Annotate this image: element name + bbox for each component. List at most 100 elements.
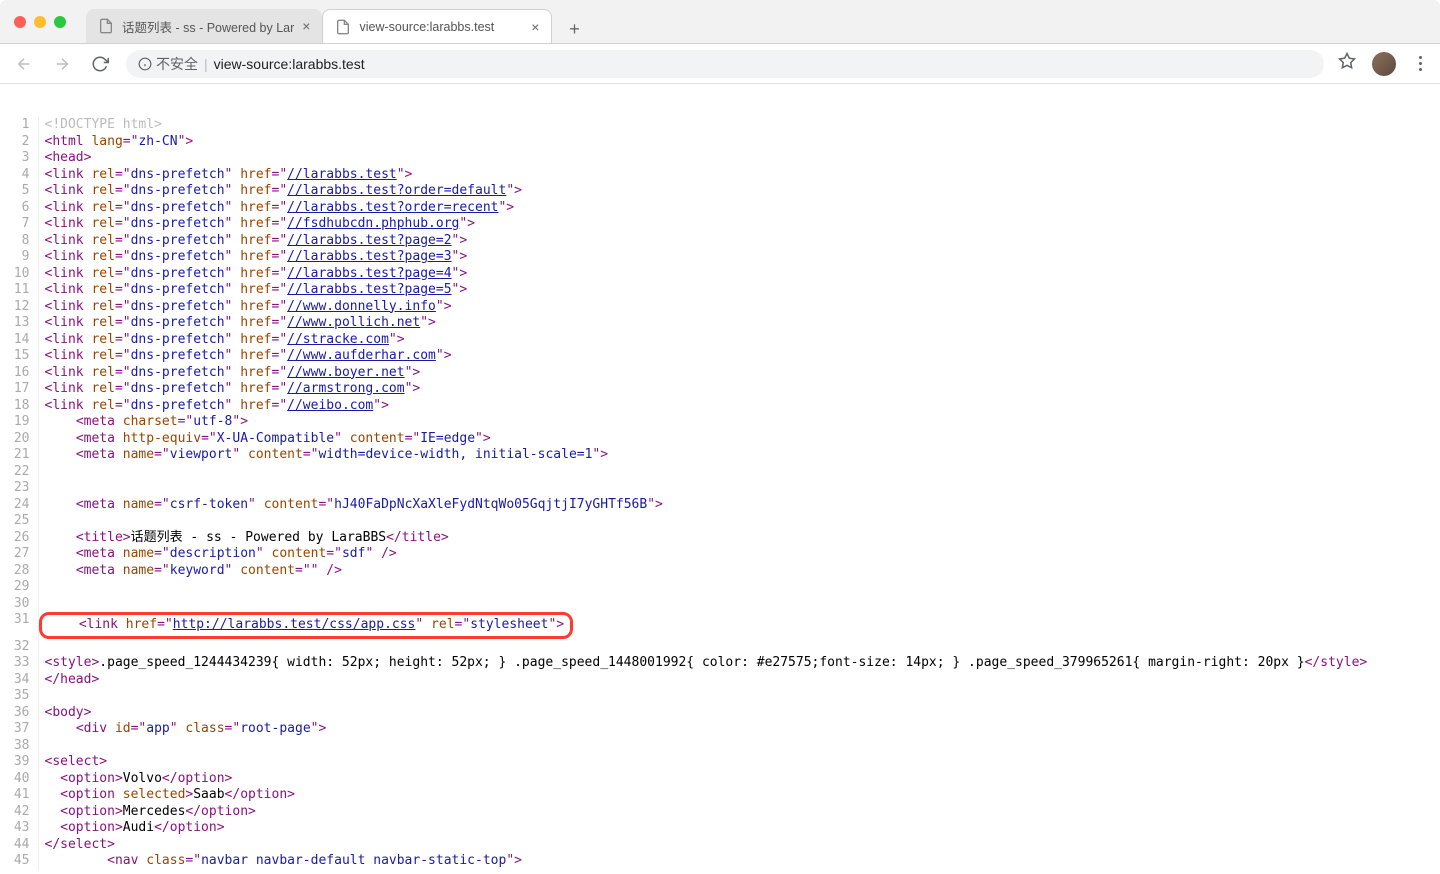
line-number[interactable]: 22 xyxy=(0,464,38,481)
source-view[interactable]: 1<!DOCTYPE html>2<html lang="zh-CN">3<he… xyxy=(0,84,1440,874)
line-content: <link rel="dns-prefetch" href="//www.pol… xyxy=(38,315,1440,332)
new-tab-button[interactable]: + xyxy=(560,15,588,43)
source-line: 31 <link href="http://larabbs.test/css/a… xyxy=(0,612,1440,639)
profile-avatar[interactable] xyxy=(1372,52,1396,76)
line-number[interactable]: 29 xyxy=(0,579,38,596)
close-tab-button[interactable]: × xyxy=(531,19,539,35)
browser-window: 话题列表 - ss - Powered by Lar×view-source:l… xyxy=(0,0,1440,874)
source-link[interactable]: //larabbs.test?page=3 xyxy=(287,249,451,264)
line-number[interactable]: 15 xyxy=(0,348,38,365)
bookmark-button[interactable] xyxy=(1338,52,1356,75)
source-line: 25 xyxy=(0,513,1440,530)
source-link[interactable]: //larabbs.test?order=default xyxy=(287,183,506,198)
line-number[interactable]: 34 xyxy=(0,672,38,689)
line-number[interactable]: 43 xyxy=(0,820,38,837)
line-number[interactable]: 5 xyxy=(0,183,38,200)
maximize-window-button[interactable] xyxy=(54,16,66,28)
line-number[interactable]: 7 xyxy=(0,216,38,233)
source-line: 44</select> xyxy=(0,837,1440,854)
window-controls xyxy=(14,16,66,28)
line-content: </head> xyxy=(38,672,1440,689)
line-number[interactable]: 25 xyxy=(0,513,38,530)
source-link[interactable]: http://larabbs.test/css/app.css xyxy=(173,617,416,632)
line-number[interactable]: 10 xyxy=(0,266,38,283)
line-number[interactable]: 28 xyxy=(0,563,38,580)
source-link[interactable]: //larabbs.test xyxy=(287,167,397,182)
line-number[interactable]: 23 xyxy=(0,480,38,497)
line-number[interactable]: 35 xyxy=(0,688,38,705)
line-content: <title>话题列表 - ss - Powered by LaraBBS</t… xyxy=(38,530,1440,547)
address-bar[interactable]: 不安全 | view-source:larabbs.test xyxy=(126,50,1324,78)
reload-button[interactable] xyxy=(88,52,112,76)
line-number[interactable]: 32 xyxy=(0,639,38,656)
source-line: 35 xyxy=(0,688,1440,705)
line-number[interactable]: 6 xyxy=(0,200,38,217)
line-number[interactable]: 45 xyxy=(0,853,38,870)
line-number[interactable]: 12 xyxy=(0,299,38,316)
source-line: 36<body> xyxy=(0,705,1440,722)
security-indicator[interactable]: 不安全 xyxy=(138,54,198,74)
line-number[interactable]: 11 xyxy=(0,282,38,299)
line-content: <nav class="navbar navbar-default navbar… xyxy=(38,853,1440,870)
line-number[interactable]: 13 xyxy=(0,315,38,332)
back-button[interactable] xyxy=(12,52,36,76)
line-number[interactable]: 20 xyxy=(0,431,38,448)
line-number[interactable]: 1 xyxy=(0,117,38,134)
source-line: 2<html lang="zh-CN"> xyxy=(0,134,1440,151)
line-number[interactable]: 41 xyxy=(0,787,38,804)
line-number[interactable]: 36 xyxy=(0,705,38,722)
minimize-window-button[interactable] xyxy=(34,16,46,28)
line-number[interactable]: 33 xyxy=(0,655,38,672)
source-link[interactable]: //larabbs.test?page=2 xyxy=(287,233,451,248)
close-tab-button[interactable]: × xyxy=(302,18,310,34)
tab-0[interactable]: 话题列表 - ss - Powered by Lar× xyxy=(86,9,322,43)
line-number[interactable]: 31 xyxy=(0,612,38,639)
source-line: 6<link rel="dns-prefetch" href="//larabb… xyxy=(0,200,1440,217)
line-number[interactable]: 44 xyxy=(0,837,38,854)
source-link[interactable]: //armstrong.com xyxy=(287,381,404,396)
source-link[interactable]: //weibo.com xyxy=(287,398,373,413)
line-number[interactable]: 26 xyxy=(0,530,38,547)
forward-button[interactable] xyxy=(50,52,74,76)
line-number[interactable]: 18 xyxy=(0,398,38,415)
menu-button[interactable] xyxy=(1412,56,1428,71)
tab-1[interactable]: view-source:larabbs.test× xyxy=(322,9,552,43)
line-number[interactable]: 24 xyxy=(0,497,38,514)
line-number[interactable]: 19 xyxy=(0,414,38,431)
source-link[interactable]: //larabbs.test?page=4 xyxy=(287,266,451,281)
source-link[interactable]: //www.boyer.net xyxy=(287,365,404,380)
dot-icon xyxy=(1419,56,1422,59)
line-number[interactable]: 30 xyxy=(0,596,38,613)
line-number[interactable]: 14 xyxy=(0,332,38,349)
line-number[interactable]: 40 xyxy=(0,771,38,788)
source-link[interactable]: //larabbs.test?page=5 xyxy=(287,282,451,297)
line-content: <option>Volvo</option> xyxy=(38,771,1440,788)
line-number[interactable]: 16 xyxy=(0,365,38,382)
line-content: <link href="http://larabbs.test/css/app.… xyxy=(38,612,1440,639)
line-number[interactable]: 27 xyxy=(0,546,38,563)
line-number[interactable]: 9 xyxy=(0,249,38,266)
source-link[interactable]: //www.aufderhar.com xyxy=(287,348,436,363)
close-window-button[interactable] xyxy=(14,16,26,28)
line-content: </select> xyxy=(38,837,1440,854)
line-number[interactable]: 8 xyxy=(0,233,38,250)
source-line: 17<link rel="dns-prefetch" href="//armst… xyxy=(0,381,1440,398)
line-number[interactable]: 2 xyxy=(0,134,38,151)
source-link[interactable]: //www.pollich.net xyxy=(287,315,420,330)
info-icon xyxy=(138,57,152,71)
line-number[interactable]: 38 xyxy=(0,738,38,755)
source-link[interactable]: //www.donnelly.info xyxy=(287,299,436,314)
line-number[interactable]: 21 xyxy=(0,447,38,464)
line-number[interactable]: 42 xyxy=(0,804,38,821)
source-link[interactable]: //fsdhubcdn.phphub.org xyxy=(287,216,459,231)
line-number[interactable]: 39 xyxy=(0,754,38,771)
line-number[interactable]: 37 xyxy=(0,721,38,738)
source-line: 18<link rel="dns-prefetch" href="//weibo… xyxy=(0,398,1440,415)
toolbar: 不安全 | view-source:larabbs.test xyxy=(0,44,1440,84)
line-number[interactable]: 17 xyxy=(0,381,38,398)
source-line: 39<select> xyxy=(0,754,1440,771)
line-number[interactable]: 3 xyxy=(0,150,38,167)
line-number[interactable]: 4 xyxy=(0,167,38,184)
source-link[interactable]: //stracke.com xyxy=(287,332,389,347)
source-link[interactable]: //larabbs.test?order=recent xyxy=(287,200,498,215)
